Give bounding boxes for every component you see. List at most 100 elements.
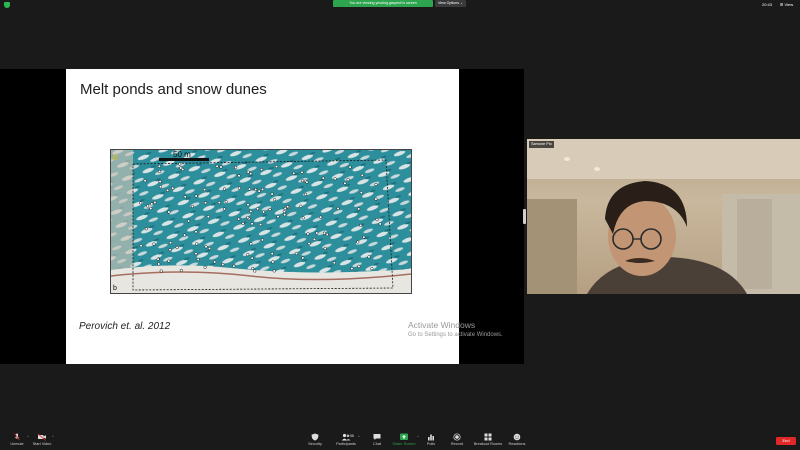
sample-point (360, 173, 364, 177)
sample-point (261, 187, 265, 191)
sample-point (194, 252, 198, 256)
slide-title: Melt ponds and snow dunes (80, 81, 267, 98)
sample-point (237, 217, 241, 221)
sample-point (223, 187, 227, 191)
sample-point (336, 206, 340, 211)
sample-point (246, 253, 250, 257)
sample-point (260, 238, 264, 242)
sample-point (222, 207, 226, 211)
sample-point (175, 245, 179, 250)
sample-point (283, 213, 287, 217)
participant-video[interactable]: Samone Pio (527, 139, 800, 294)
record-button[interactable]: Record (440, 431, 474, 450)
start-video-button[interactable]: Start Video (25, 431, 59, 450)
sample-point (167, 259, 171, 263)
shield-icon[interactable] (4, 2, 10, 8)
sample-point (294, 252, 299, 256)
sample-point (221, 262, 225, 267)
slide-caption: Perovich et. al. 2012 (79, 321, 171, 332)
sample-point (283, 206, 287, 210)
sample-point (259, 168, 264, 172)
sample-point (171, 186, 175, 190)
sample-point (300, 179, 304, 183)
sample-point (272, 269, 276, 273)
security-label: Security (308, 442, 322, 446)
sample-point (286, 205, 290, 209)
sample-point (370, 267, 374, 271)
sample-point (367, 255, 371, 259)
sample-point (312, 237, 316, 241)
participant-name-tag: Samone Pio (529, 141, 554, 148)
melt-pond-aerial-image: 50 m b b (110, 149, 412, 294)
sample-point (268, 207, 272, 212)
participants-button[interactable]: Participants (329, 431, 363, 450)
sample-point (183, 233, 187, 237)
aerial-photo: 50 m b b (111, 150, 411, 293)
sample-point (374, 197, 378, 201)
sample-point (149, 206, 153, 211)
sample-point (158, 169, 162, 173)
participants-label: Participants (336, 442, 356, 446)
sample-point (375, 218, 379, 222)
meeting-clock: 20:43 (762, 2, 773, 7)
sample-point (259, 223, 263, 227)
sample-point (321, 176, 325, 180)
sample-point (276, 215, 280, 219)
sample-point (319, 215, 323, 219)
view-button[interactable]: ⊞ View (780, 2, 793, 7)
sample-point (203, 265, 207, 269)
sample-point (359, 191, 363, 195)
reactions-label: Reactions (508, 442, 526, 446)
meeting-toolbar: Unmute ^ Start Video ^ Security Particip… (0, 431, 800, 450)
sample-point (332, 261, 336, 265)
sample-point (306, 232, 310, 236)
record-label: Record (450, 442, 464, 446)
video-options-caret[interactable]: ^ (52, 435, 54, 439)
sample-point (246, 170, 250, 174)
reactions-button[interactable]: Reactions (500, 431, 534, 450)
sample-point (362, 235, 366, 239)
sample-point (249, 209, 253, 213)
view-options-button[interactable]: View Options ⌄ (435, 0, 466, 7)
sample-point (150, 202, 154, 206)
view-label: View (784, 2, 794, 7)
screen-share-banner: You are viewing yesding.gaspech's screen (333, 0, 433, 7)
microphone-muted-icon (14, 433, 20, 441)
sample-point (183, 195, 187, 199)
sample-point (357, 264, 361, 268)
sample-point (207, 246, 212, 250)
sample-point (157, 262, 161, 266)
sample-point (300, 170, 304, 174)
sample-point (356, 240, 360, 244)
sample-point (232, 264, 236, 268)
sample-point (157, 164, 161, 168)
sample-point (271, 260, 275, 264)
sample-point (247, 187, 252, 191)
sample-point (187, 219, 191, 223)
sample-point (378, 222, 382, 226)
sample-point (195, 242, 199, 246)
sample-point (219, 165, 223, 169)
video-camera-off-icon (37, 433, 46, 441)
sample-point (322, 231, 326, 235)
sample-point (156, 257, 160, 261)
sample-point (249, 242, 253, 246)
end-meeting-button[interactable]: End (776, 437, 796, 445)
sample-point (166, 188, 170, 192)
sample-point (299, 204, 303, 208)
sample-point (144, 227, 148, 231)
sample-point (256, 207, 260, 211)
smiley-icon (513, 433, 521, 441)
sample-point (179, 166, 183, 170)
security-button[interactable]: Security (298, 431, 332, 450)
sample-point (159, 269, 163, 273)
split-view-drag-handle[interactable] (523, 209, 526, 224)
sample-point (190, 204, 194, 209)
chat-icon (373, 434, 381, 440)
bar-chart-icon (428, 434, 434, 441)
sample-point (292, 171, 296, 175)
sample-point (143, 179, 147, 183)
sample-point (158, 180, 162, 184)
sample-point (250, 222, 254, 226)
sample-point (202, 188, 207, 192)
